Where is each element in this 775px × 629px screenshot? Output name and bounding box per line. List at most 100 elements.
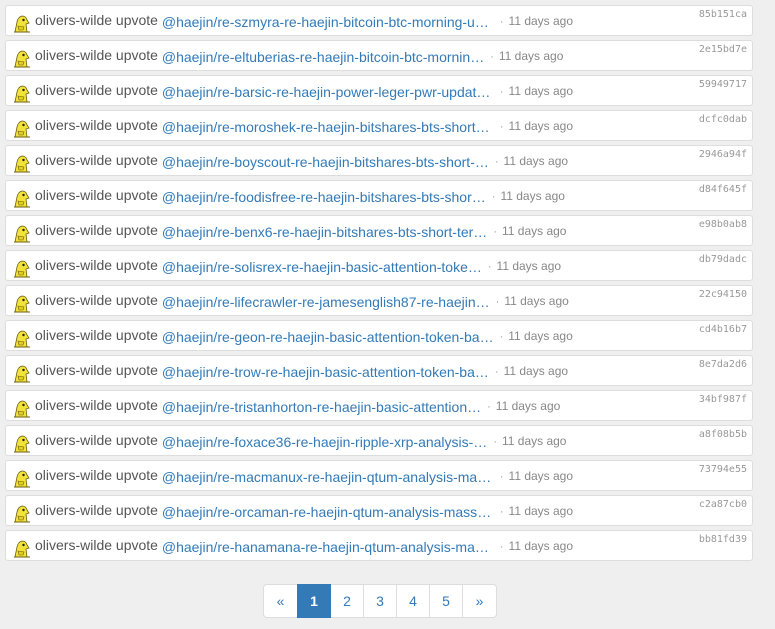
pagination-page-2[interactable]: 2	[330, 584, 364, 618]
actor-name[interactable]: olivers-wilde	[35, 257, 112, 273]
post-link[interactable]: @haejin/re-szmyra-re-haejin-bitcoin-btc-…	[162, 14, 494, 30]
transaction-id[interactable]: 2946a94f	[699, 149, 747, 160]
post-link[interactable]: @haejin/re-foodisfree-re-haejin-bitshare…	[162, 189, 486, 205]
separator-dot: ·	[490, 51, 494, 63]
avatar-icon[interactable]	[12, 468, 32, 488]
transaction-id[interactable]: 59949717	[699, 79, 747, 90]
post-link[interactable]: @haejin/re-boyscout-re-haejin-bitshares-…	[162, 154, 489, 170]
actor-name[interactable]: olivers-wilde	[35, 117, 112, 133]
avatar-icon[interactable]	[12, 223, 32, 243]
timestamp: 11 days ago	[508, 329, 573, 343]
actor-name[interactable]: olivers-wilde	[35, 467, 112, 483]
actor-name[interactable]: olivers-wilde	[35, 47, 112, 63]
pagination-page-1[interactable]: 1	[297, 584, 331, 618]
pagination-next-button[interactable]: »	[462, 584, 497, 618]
post-link[interactable]: @haejin/re-solisrex-re-haejin-basic-atte…	[162, 259, 482, 275]
transaction-id[interactable]: e98b0ab8	[699, 219, 747, 230]
transaction-id[interactable]: c2a87cb0	[699, 499, 747, 510]
actor-name[interactable]: olivers-wilde	[35, 292, 112, 308]
operation-line: olivers-wilde upvote @haejin/re-barsic-r…	[35, 82, 573, 100]
separator-dot: ·	[494, 156, 499, 168]
pagination-page-4[interactable]: 4	[396, 584, 430, 618]
separator-dot: ·	[491, 191, 496, 203]
transaction-id[interactable]: 34bf987f	[699, 394, 747, 405]
separator-dot: ·	[499, 86, 504, 98]
timestamp: 11 days ago	[500, 189, 565, 203]
post-link[interactable]: @haejin/re-tristanhorton-re-haejin-basic…	[162, 399, 481, 415]
avatar-icon[interactable]	[12, 398, 32, 418]
timestamp: 11 days ago	[508, 469, 574, 483]
actor-name[interactable]: olivers-wilde	[35, 12, 112, 28]
actor-name[interactable]: olivers-wilde	[35, 152, 112, 168]
actor-name[interactable]: olivers-wilde	[35, 502, 112, 518]
transaction-id[interactable]: db79dadc	[699, 254, 747, 265]
pagination-page-5[interactable]: 5	[429, 584, 463, 618]
operation-line: olivers-wilde upvote @haejin/re-boyscout…	[35, 152, 568, 170]
avatar-icon[interactable]	[12, 363, 32, 383]
timestamp: 11 days ago	[501, 434, 567, 448]
actor-name[interactable]: olivers-wilde	[35, 82, 112, 98]
avatar-icon[interactable]	[12, 258, 32, 278]
operation-row: olivers-wilde upvote @haejin/re-boyscout…	[5, 145, 753, 176]
avatar-icon[interactable]	[12, 188, 32, 208]
transaction-id[interactable]: bb81fd39	[699, 534, 747, 545]
pagination-prev-button[interactable]: «	[263, 584, 298, 618]
separator-dot: ·	[499, 506, 504, 518]
post-link[interactable]: @haejin/re-foxace36-re-haejin-ripple-xrp…	[162, 434, 487, 450]
transaction-id[interactable]: 85b151ca	[699, 9, 747, 20]
avatar-icon[interactable]	[12, 13, 32, 33]
post-link[interactable]: @haejin/re-geon-re-haejin-basic-attentio…	[162, 329, 494, 345]
post-link[interactable]: @haejin/re-orcaman-re-haejin-qtum-analys…	[162, 504, 494, 520]
avatar-icon[interactable]	[12, 118, 32, 138]
actor-name[interactable]: olivers-wilde	[35, 222, 112, 238]
actor-name[interactable]: olivers-wilde	[35, 537, 112, 553]
operation-verb: upvote	[115, 222, 158, 238]
avatar-icon[interactable]	[12, 503, 32, 523]
actor-name[interactable]: olivers-wilde	[35, 327, 112, 343]
operation-line: olivers-wilde upvote @haejin/re-moroshek…	[35, 117, 573, 135]
separator-dot: ·	[487, 261, 492, 273]
avatar-icon[interactable]	[12, 433, 32, 453]
pagination-page-3[interactable]: 3	[363, 584, 397, 618]
operation-row: olivers-wilde upvote @haejin/re-macmanux…	[5, 460, 753, 491]
avatar-icon[interactable]	[12, 538, 32, 558]
operation-verb: upvote	[115, 82, 158, 98]
operation-row: olivers-wilde upvote @haejin/re-trow-re-…	[5, 355, 753, 386]
post-link[interactable]: @haejin/re-macmanux-re-haejin-qtum-analy…	[162, 469, 494, 485]
post-link[interactable]: @haejin/re-eltuberias-re-haejin-bitcoin-…	[162, 49, 484, 65]
avatar-icon[interactable]	[12, 83, 32, 103]
avatar-icon[interactable]	[12, 293, 32, 313]
post-link[interactable]: @haejin/re-moroshek-re-haejin-bitshares-…	[162, 119, 494, 135]
operation-line: olivers-wilde upvote @haejin/re-eltuberi…	[35, 47, 563, 65]
separator-dot: ·	[494, 366, 499, 378]
avatar-icon[interactable]	[12, 328, 32, 348]
operation-verb: upvote	[115, 327, 158, 343]
post-link[interactable]: @haejin/re-lifecrawler-re-jamesenglish87…	[162, 294, 490, 310]
post-link[interactable]: @haejin/re-hanamana-re-haejin-qtum-analy…	[162, 539, 494, 555]
post-link[interactable]: @haejin/re-barsic-re-haejin-power-leger-…	[162, 84, 494, 100]
transaction-id[interactable]: cd4b16b7	[699, 324, 747, 335]
transaction-id[interactable]: dcfc0dab	[699, 114, 747, 125]
actor-name[interactable]: olivers-wilde	[35, 187, 112, 203]
transaction-id[interactable]: 8e7da2d6	[699, 359, 747, 370]
transaction-id[interactable]: a8f08b5b	[699, 429, 747, 440]
transaction-id[interactable]: 22c94150	[699, 289, 747, 300]
transaction-id[interactable]: 2e15bd7e	[699, 44, 747, 55]
operation-verb: upvote	[115, 362, 158, 378]
actor-name[interactable]: olivers-wilde	[35, 432, 112, 448]
transaction-id[interactable]: 73794e55	[699, 464, 747, 475]
operation-line: olivers-wilde upvote @haejin/re-solisrex…	[35, 257, 561, 275]
operation-line: olivers-wilde upvote @haejin/re-szmyra-r…	[35, 12, 573, 30]
actor-name[interactable]: olivers-wilde	[35, 397, 112, 413]
actor-name[interactable]: olivers-wilde	[35, 362, 112, 378]
separator-dot: ·	[487, 401, 491, 413]
timestamp: 11 days ago	[508, 119, 574, 133]
avatar-icon[interactable]	[12, 153, 32, 173]
post-link[interactable]: @haejin/re-benx6-re-haejin-bitshares-bts…	[162, 224, 487, 240]
post-link[interactable]: @haejin/re-trow-re-haejin-basic-attentio…	[162, 364, 489, 380]
avatar-icon[interactable]	[12, 48, 32, 68]
transaction-id[interactable]: d84f645f	[699, 184, 747, 195]
separator-dot: ·	[499, 121, 504, 133]
operation-row: olivers-wilde upvote @haejin/re-hanamana…	[5, 530, 753, 561]
separator-dot: ·	[495, 296, 500, 308]
